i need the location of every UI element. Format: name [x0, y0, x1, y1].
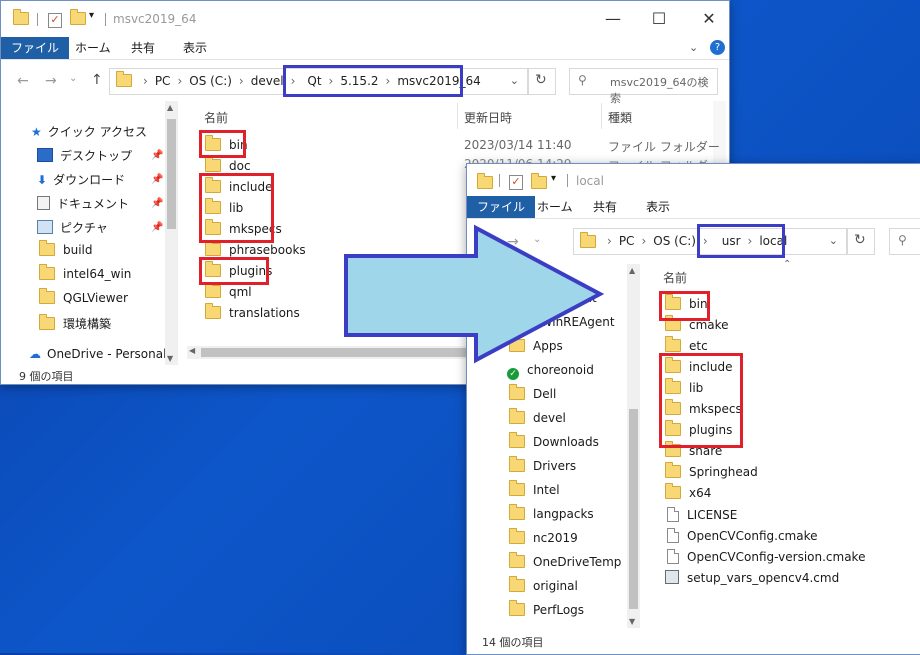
direction-arrow	[344, 224, 605, 364]
arrow-shape	[344, 224, 605, 364]
